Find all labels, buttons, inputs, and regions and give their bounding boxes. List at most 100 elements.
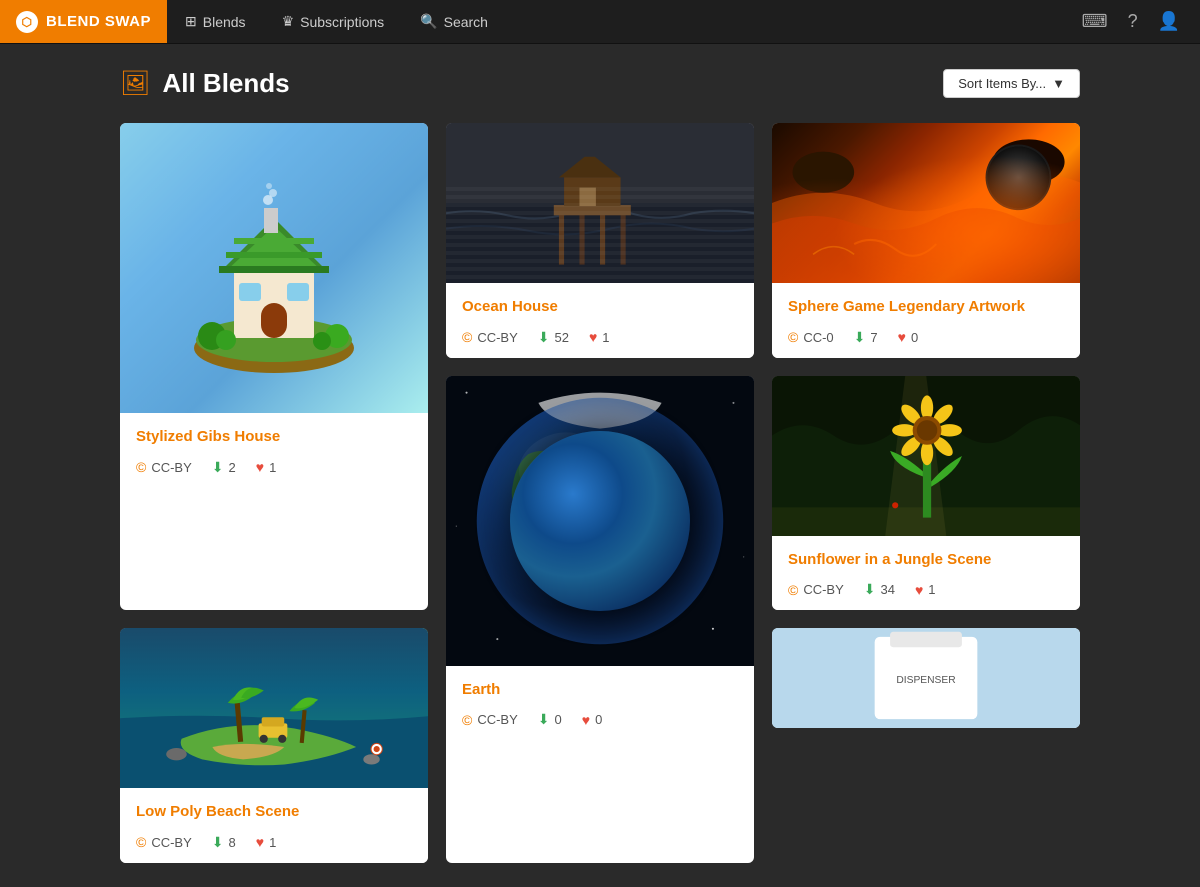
downloads-count: 0 [555, 712, 562, 727]
nav-subscriptions[interactable]: ♛ Subscriptions [264, 0, 403, 43]
download-icon: ⬇ [212, 459, 224, 476]
likes-item: ♥ 1 [589, 329, 610, 345]
earth-svg [446, 376, 754, 666]
heart-icon: ♥ [915, 582, 923, 598]
likes-item: ♥ 1 [256, 459, 277, 475]
subscriptions-icon: ♛ [282, 13, 295, 30]
sunflower-svg [772, 376, 1080, 536]
sort-button-label: Sort Items By... [958, 76, 1046, 91]
card-title[interactable]: Sphere Game Legendary Artwork [788, 297, 1064, 317]
logo-icon: ⬡ [16, 11, 38, 33]
downloads-item: ⬇ 2 [212, 459, 236, 476]
page-title: All Blends [162, 68, 289, 99]
card-image-wrap: DISPENSER [772, 628, 1080, 728]
downloads-count: 2 [229, 460, 236, 475]
download-icon: ⬇ [538, 711, 550, 728]
downloads-count: 8 [229, 835, 236, 850]
heart-icon: ♥ [898, 329, 906, 345]
help-icon[interactable]: ? [1128, 11, 1138, 32]
card-body: Low Poly Beach Scene © CC-BY ⬇ 8 ♥ 1 [120, 788, 428, 863]
cc-icon: © [136, 459, 146, 475]
license-item: © CC-BY [462, 329, 518, 345]
logo[interactable]: ⬡ BLEND SWAP [0, 0, 167, 43]
card-image-wrap [446, 376, 754, 666]
navbar: ⬡ BLEND SWAP ⊞ Blends ♛ Subscriptions 🔍 … [0, 0, 1200, 44]
card-title[interactable]: Sunflower in a Jungle Scene [788, 550, 1064, 570]
search-icon: 🔍 [420, 13, 437, 30]
license-item: © CC-BY [136, 834, 192, 850]
likes-count: 1 [269, 835, 276, 850]
beach-image [120, 628, 428, 788]
license-text: CC-0 [803, 330, 833, 345]
card-stylized-gibs-house[interactable]: Stylized Gibs House © CC-BY ⬇ 2 ♥ 1 [120, 123, 428, 610]
downloads-item: ⬇ 7 [854, 329, 878, 346]
card-ocean-house[interactable]: Ocean House © CC-BY ⬇ 52 ♥ 1 [446, 123, 754, 358]
heart-icon: ♥ [256, 834, 264, 850]
downloads-item: ⬇ 34 [864, 581, 895, 598]
card-box-item[interactable]: DISPENSER [772, 628, 1080, 728]
sort-dropdown-icon: ▼ [1052, 76, 1065, 91]
cc-icon: © [788, 329, 798, 345]
ocean-image [446, 123, 754, 283]
card-title[interactable]: Stylized Gibs House [136, 427, 412, 447]
cc-icon: © [136, 834, 146, 850]
license-item: © CC-BY [788, 582, 844, 598]
nav-subscriptions-label: Subscriptions [300, 14, 384, 30]
card-image-wrap [446, 123, 754, 283]
card-body: Sunflower in a Jungle Scene © CC-BY ⬇ 34… [772, 536, 1080, 611]
card-title[interactable]: Earth [462, 680, 738, 700]
card-meta: © CC-0 ⬇ 7 ♥ 0 [788, 329, 1064, 346]
card-meta: © CC-BY ⬇ 0 ♥ 0 [462, 711, 738, 728]
house-svg [174, 158, 374, 378]
license-text: CC-BY [477, 712, 517, 727]
main-content: 🖼 All Blends Sort Items By... ▼ [0, 44, 1200, 887]
card-sphere-game[interactable]: Sphere Game Legendary Artwork © CC-0 ⬇ 7… [772, 123, 1080, 358]
nav-blends[interactable]: ⊞ Blends [167, 0, 264, 43]
license-text: CC-BY [803, 582, 843, 597]
license-text: CC-BY [151, 835, 191, 850]
download-icon: ⬇ [864, 581, 876, 598]
page-title-icon: 🖼 [120, 69, 150, 98]
sphere-image [772, 123, 1080, 283]
downloads-count: 52 [555, 330, 569, 345]
card-meta: © CC-BY ⬇ 8 ♥ 1 [136, 834, 412, 851]
likes-item: ♥ 1 [915, 582, 936, 598]
card-body: Earth © CC-BY ⬇ 0 ♥ 0 [446, 666, 754, 741]
card-meta: © CC-BY ⬇ 2 ♥ 1 [136, 459, 412, 476]
card-low-poly-beach[interactable]: Low Poly Beach Scene © CC-BY ⬇ 8 ♥ 1 [120, 628, 428, 863]
cc-icon: © [462, 712, 472, 728]
card-meta: © CC-BY ⬇ 52 ♥ 1 [462, 329, 738, 346]
nav-search-label: Search [444, 14, 488, 30]
keyboard-icon[interactable]: ⌨ [1082, 11, 1108, 32]
downloads-count: 34 [881, 582, 895, 597]
user-icon[interactable]: 👤 [1158, 11, 1180, 32]
likes-count: 1 [602, 330, 609, 345]
card-title[interactable]: Ocean House [462, 297, 738, 317]
card-body: Ocean House © CC-BY ⬇ 52 ♥ 1 [446, 283, 754, 358]
download-icon: ⬇ [854, 329, 866, 346]
license-item: © CC-BY [462, 712, 518, 728]
nav-links: ⊞ Blends ♛ Subscriptions 🔍 Search [167, 0, 1082, 43]
likes-count: 1 [269, 460, 276, 475]
lava-overlay [772, 123, 1080, 283]
sort-button[interactable]: Sort Items By... ▼ [943, 69, 1080, 98]
downloads-item: ⬇ 8 [212, 834, 236, 851]
house-image [120, 123, 428, 413]
license-item: © CC-0 [788, 329, 834, 345]
blends-icon: ⊞ [185, 13, 197, 30]
card-title[interactable]: Low Poly Beach Scene [136, 802, 412, 822]
card-earth[interactable]: Earth © CC-BY ⬇ 0 ♥ 0 [446, 376, 754, 863]
cards-grid: Stylized Gibs House © CC-BY ⬇ 2 ♥ 1 [120, 123, 1080, 863]
earth-image [446, 376, 754, 666]
cc-icon: © [462, 329, 472, 345]
downloads-item: ⬇ 52 [538, 329, 569, 346]
nav-search[interactable]: 🔍 Search [402, 0, 506, 43]
card-image-wrap [772, 123, 1080, 283]
likes-item: ♥ 0 [898, 329, 919, 345]
heart-icon: ♥ [589, 329, 597, 345]
brand-name: BLEND SWAP [46, 13, 151, 30]
card-sunflower-jungle[interactable]: Sunflower in a Jungle Scene © CC-BY ⬇ 34… [772, 376, 1080, 611]
likes-count: 0 [595, 712, 602, 727]
card-image-wrap [772, 376, 1080, 536]
download-icon: ⬇ [212, 834, 224, 851]
